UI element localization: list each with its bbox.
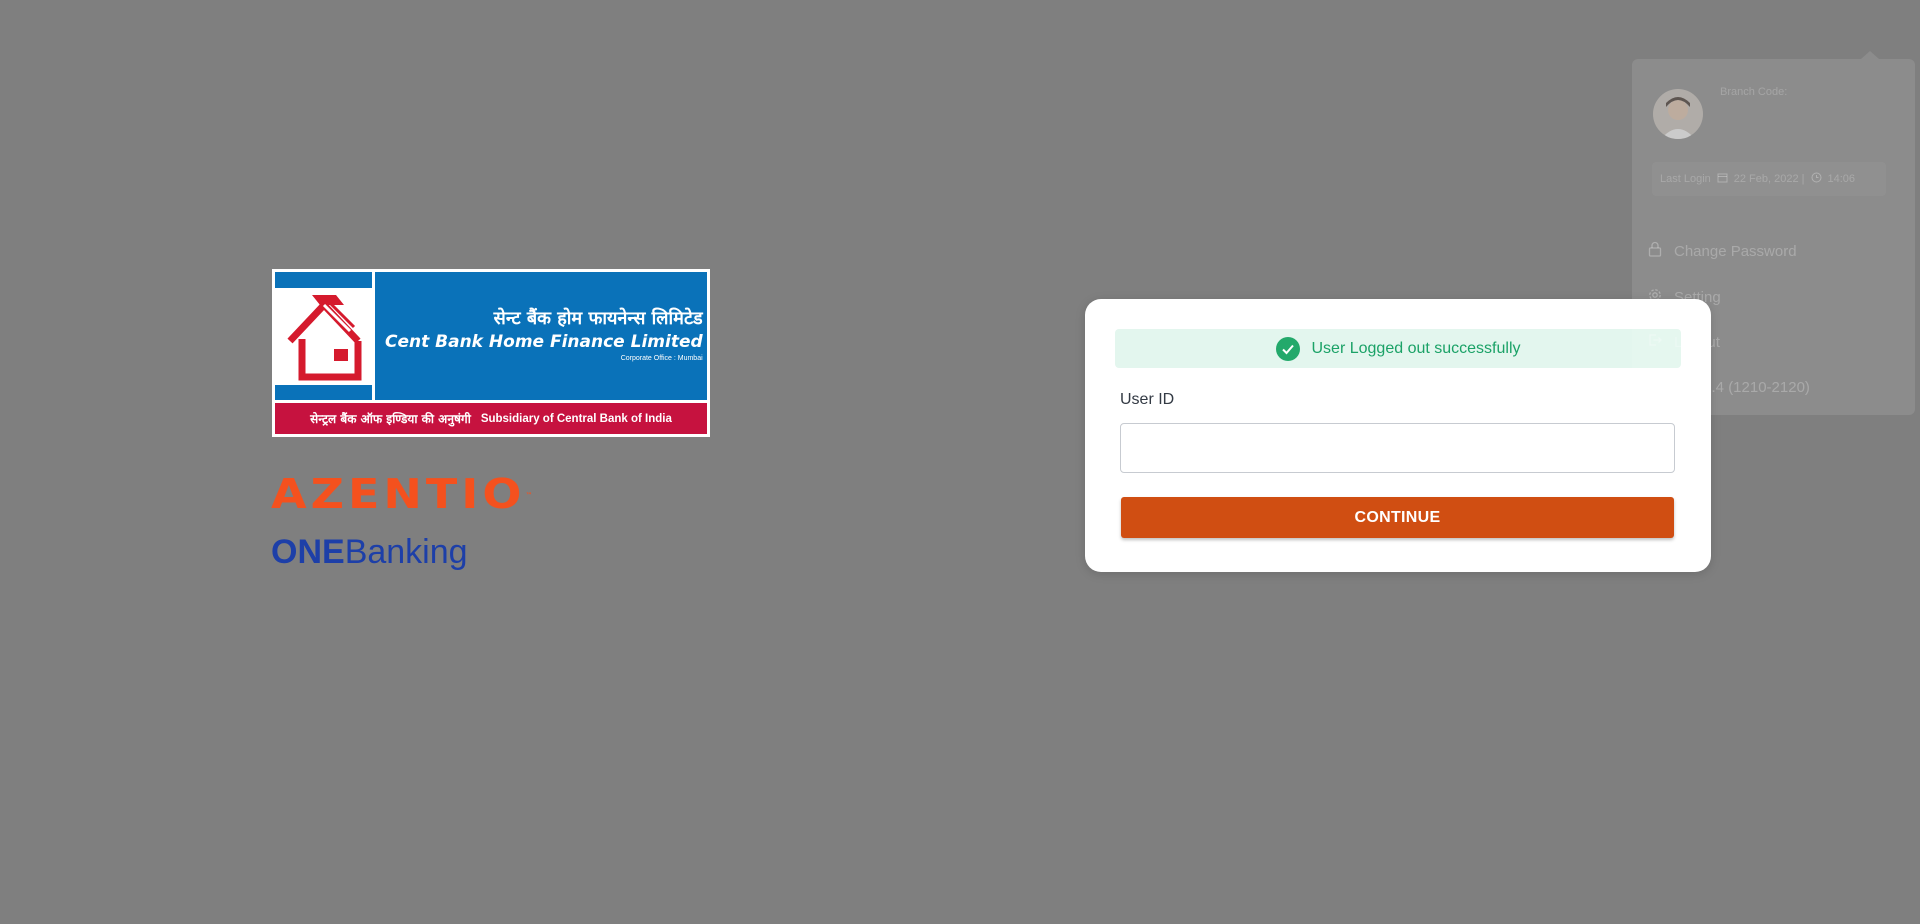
profile-menu-caret bbox=[1861, 51, 1879, 59]
cbhfl-hindi-name: सेन्ट बैंक होम फायनेन्स लिमिटेड bbox=[493, 308, 703, 329]
userid-input[interactable] bbox=[1120, 423, 1675, 473]
logout-success-alert: User Logged out successfully bbox=[1115, 329, 1681, 368]
menu-item-label: Logout bbox=[1674, 333, 1720, 351]
onebanking-logo: ONEBanking bbox=[271, 531, 468, 573]
logout-icon bbox=[1648, 333, 1662, 351]
cbhfl-house-mark-icon bbox=[275, 272, 375, 400]
clock-icon bbox=[1811, 172, 1822, 186]
menu-item-label: Change Password bbox=[1674, 242, 1797, 260]
profile-menu: Branch Code: Last Login 22 Feb, 2022 | 1… bbox=[1632, 59, 1915, 415]
gear-icon bbox=[1648, 288, 1662, 306]
info-icon bbox=[1648, 378, 1662, 396]
onebanking-banking: Banking bbox=[344, 533, 468, 571]
menu-item-setting[interactable]: Setting bbox=[1648, 285, 1721, 309]
last-login-label: Last Login bbox=[1660, 173, 1711, 185]
azentio-wordmark: AZENTIO bbox=[271, 469, 526, 518]
last-login-info: Last Login 22 Feb, 2022 | 14:06 bbox=[1652, 162, 1886, 196]
alert-message: User Logged out successfully bbox=[1311, 339, 1521, 357]
userid-label: User ID bbox=[1120, 391, 1175, 408]
cbhfl-tagline-hindi: सेन्ट्रल बैंक ऑफ इण्डिया की अनुषंगी bbox=[310, 412, 471, 426]
cbhfl-english-name: Cent Bank Home Finance Limited bbox=[385, 332, 703, 352]
cbhfl-tagline-english: Subsidiary of Central Bank of India bbox=[480, 412, 672, 425]
avatar[interactable] bbox=[1653, 89, 1703, 139]
azentio-logo: AZENTIO™ bbox=[271, 470, 532, 517]
login-card: User Logged out successfully User ID CON… bbox=[1085, 299, 1711, 572]
cbhfl-logo: सेन्ट बैंक होम फायनेन्स लिमिटेड Cent Ban… bbox=[272, 269, 710, 437]
calendar-icon bbox=[1717, 172, 1728, 186]
version-label: ver: 1.4 (1210-2120) bbox=[1674, 378, 1810, 396]
menu-item-label: Setting bbox=[1674, 288, 1721, 306]
login-page: सेन्ट बैंक होम फायनेन्स लिमिटेड Cent Ban… bbox=[0, 0, 1920, 924]
check-circle-icon bbox=[1275, 336, 1300, 361]
branch-code-label: Branch Code: bbox=[1720, 86, 1788, 98]
cbhfl-tagline: सेन्ट्रल बैंक ऑफ इण्डिया की अनुषंगी Subs… bbox=[275, 400, 707, 434]
menu-item-change-password[interactable]: Change Password bbox=[1648, 239, 1797, 263]
lock-icon bbox=[1648, 241, 1662, 261]
continue-button[interactable]: CONTINUE bbox=[1121, 497, 1674, 538]
onebanking-one: ONE bbox=[271, 533, 345, 571]
azentio-trademark: ™ bbox=[525, 491, 533, 499]
last-login-date: 22 Feb, 2022 | bbox=[1733, 173, 1805, 185]
menu-item-logout[interactable]: Logout bbox=[1648, 330, 1720, 354]
last-login-time: 14:06 bbox=[1827, 173, 1856, 185]
cbhfl-corporate-office: Corporate Office : Mumbai bbox=[620, 355, 703, 362]
menu-item-version: ver: 1.4 (1210-2120) bbox=[1648, 375, 1810, 399]
